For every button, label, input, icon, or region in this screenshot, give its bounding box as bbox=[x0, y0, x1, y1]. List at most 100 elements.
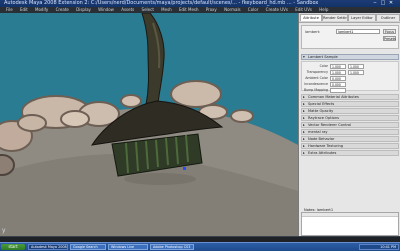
attribute-editor-header: lambert: lambert1 Focus Presets bbox=[301, 25, 399, 49]
clock: 10:41 PM bbox=[380, 245, 396, 249]
attr-label: Incandescence bbox=[304, 82, 328, 86]
close-icon[interactable]: ✕ bbox=[388, 1, 394, 6]
tab-layer-editor[interactable]: Layer Editor bbox=[348, 14, 376, 21]
rock bbox=[60, 110, 90, 128]
rock bbox=[230, 109, 254, 123]
taskbar-item[interactable]: Google Search bbox=[70, 244, 106, 250]
attribute-editor-panel: Attribute Render Settings Layer Editor O… bbox=[298, 13, 400, 251]
section-label: Raytrace Options bbox=[308, 116, 340, 120]
menu-edit-uvs[interactable]: Edit UVs bbox=[295, 7, 312, 12]
chevron-right-icon: ▸ bbox=[303, 130, 305, 134]
taskbar-item[interactable]: Adobe Photoshop CS3 bbox=[150, 244, 194, 250]
section-hardware-texturing[interactable]: ▸ Hardware Texturing bbox=[301, 143, 399, 149]
rock bbox=[17, 114, 47, 132]
maximize-icon[interactable]: □ bbox=[380, 1, 386, 6]
section-label: Node Behavior bbox=[308, 137, 335, 141]
section-label: mental ray bbox=[308, 130, 328, 134]
section-vector-renderer-control[interactable]: ▸ Vector Renderer Control bbox=[301, 122, 399, 128]
menu-create[interactable]: Create bbox=[56, 7, 69, 12]
section-common-material[interactable]: ▸ Common Material Attributes bbox=[301, 94, 399, 100]
notes-toolbar bbox=[302, 213, 398, 217]
menu-edit[interactable]: Edit bbox=[20, 7, 28, 12]
section-sample-label: Lambert Sample bbox=[308, 55, 338, 59]
menu-display[interactable]: Display bbox=[76, 7, 91, 12]
hut-shadow bbox=[124, 173, 196, 185]
section-mental-ray[interactable]: ▸ mental ray bbox=[301, 129, 399, 135]
attr-row: Incandescence 0.000 bbox=[302, 82, 400, 87]
chevron-right-icon: ▸ bbox=[303, 95, 305, 99]
section-label: Vector Renderer Control bbox=[308, 123, 352, 127]
attr-value[interactable]: 1.000 bbox=[330, 64, 346, 69]
attr-value[interactable]: 1.000 bbox=[348, 70, 364, 75]
attr-row: Ambient Color 0.000 bbox=[302, 76, 400, 81]
menu-window[interactable]: Window bbox=[98, 7, 114, 12]
attr-value[interactable] bbox=[330, 88, 346, 93]
start-button[interactable]: start bbox=[1, 244, 25, 250]
tab-attribute[interactable]: Attribute bbox=[300, 14, 322, 21]
section-label: Matte Opacity bbox=[308, 109, 334, 113]
section-special-effects[interactable]: ▸ Special Effects bbox=[301, 101, 399, 107]
notes-panel[interactable]: Notes: lambert1 bbox=[301, 208, 399, 236]
menu-select[interactable]: Select bbox=[142, 7, 154, 12]
menu-assets[interactable]: Assets bbox=[121, 7, 134, 12]
section-label: Extra Attributes bbox=[308, 151, 337, 155]
section-label: Hardware Texturing bbox=[308, 144, 344, 148]
section-sample[interactable]: ▾ Lambert Sample bbox=[301, 54, 399, 60]
menu-file[interactable]: File bbox=[6, 7, 13, 12]
section-extra-attributes[interactable]: ▸ Extra Attributes bbox=[301, 150, 399, 156]
tab-strip: Attribute Render Settings Layer Editor O… bbox=[299, 13, 400, 23]
section-label: Special Effects bbox=[308, 102, 335, 106]
menu-normals[interactable]: Normals bbox=[224, 7, 241, 12]
chevron-right-icon: ▸ bbox=[303, 137, 305, 141]
rock bbox=[120, 94, 142, 108]
chevron-right-icon: ▸ bbox=[303, 116, 305, 120]
attr-row: Color 1.000 1.000 bbox=[302, 64, 400, 69]
chevron-right-icon: ▸ bbox=[303, 102, 305, 106]
menu-color[interactable]: Color bbox=[248, 7, 258, 12]
section-label: Common Material Attributes bbox=[308, 95, 359, 99]
attr-label: Ambient Color bbox=[305, 76, 328, 80]
presets-button[interactable]: Presets bbox=[383, 36, 396, 41]
menu-help[interactable]: Help bbox=[319, 7, 328, 12]
menu-edit-mesh[interactable]: Edit Mesh bbox=[179, 7, 199, 12]
system-tray: 10:41 PM bbox=[359, 244, 399, 250]
attr-value[interactable]: 1.000 bbox=[330, 70, 346, 75]
focus-button[interactable]: Focus bbox=[383, 29, 396, 34]
section-raytrace-options[interactable]: ▸ Raytrace Options bbox=[301, 115, 399, 121]
section-node-behavior[interactable]: ▸ Node Behavior bbox=[301, 136, 399, 142]
taskbar-item[interactable]: Windows Live bbox=[108, 244, 148, 250]
attr-label: Color bbox=[319, 64, 328, 68]
chevron-right-icon: ▸ bbox=[303, 123, 305, 127]
attr-label: Bump Mapping bbox=[304, 88, 328, 92]
attr-value[interactable]: 0.000 bbox=[330, 82, 346, 87]
menu-create-uvs[interactable]: Create UVs bbox=[266, 7, 288, 12]
chevron-right-icon: ▸ bbox=[303, 151, 305, 155]
window-title: Autodesk Maya 2008 Extension 2: C:/Users… bbox=[4, 0, 319, 6]
rock bbox=[0, 154, 15, 176]
node-type-label: lambert: bbox=[305, 30, 321, 34]
attr-value[interactable]: 1.000 bbox=[348, 64, 364, 69]
taskbar-item[interactable]: Autodesk Maya 2008 bbox=[28, 244, 68, 250]
menu-modify[interactable]: Modify bbox=[35, 7, 48, 12]
minimize-icon[interactable]: ‒ bbox=[372, 1, 378, 6]
tab-render-settings[interactable]: Render Settings bbox=[322, 14, 348, 21]
notes-label: Notes: lambert1 bbox=[304, 208, 334, 212]
chevron-down-icon: ▾ bbox=[303, 55, 305, 59]
manipulator-handle[interactable] bbox=[183, 167, 186, 170]
menu-proxy[interactable]: Proxy bbox=[206, 7, 217, 12]
section-matte-opacity[interactable]: ▸ Matte Opacity bbox=[301, 108, 399, 114]
chevron-right-icon: ▸ bbox=[303, 144, 305, 148]
attr-label: Transparency bbox=[306, 70, 328, 74]
menu-mesh[interactable]: Mesh bbox=[161, 7, 172, 12]
rock bbox=[170, 80, 222, 108]
attribute-list: Color 1.000 1.000 Transparency 1.000 1.0… bbox=[301, 61, 400, 93]
attr-row: Transparency 1.000 1.000 bbox=[302, 70, 400, 75]
app-title-bar: Autodesk Maya 2008 Extension 2: C:/Users… bbox=[0, 0, 400, 7]
chevron-right-icon: ▸ bbox=[303, 109, 305, 113]
view-axis-indicator: y bbox=[2, 227, 6, 234]
tab-outliner[interactable]: Outliner bbox=[376, 14, 400, 21]
node-name-field[interactable]: lambert1 bbox=[336, 29, 380, 34]
viewport-3d[interactable]: y bbox=[0, 13, 298, 236]
attr-value[interactable]: 0.000 bbox=[330, 76, 346, 81]
viewport-render[interactable]: y bbox=[0, 13, 298, 236]
